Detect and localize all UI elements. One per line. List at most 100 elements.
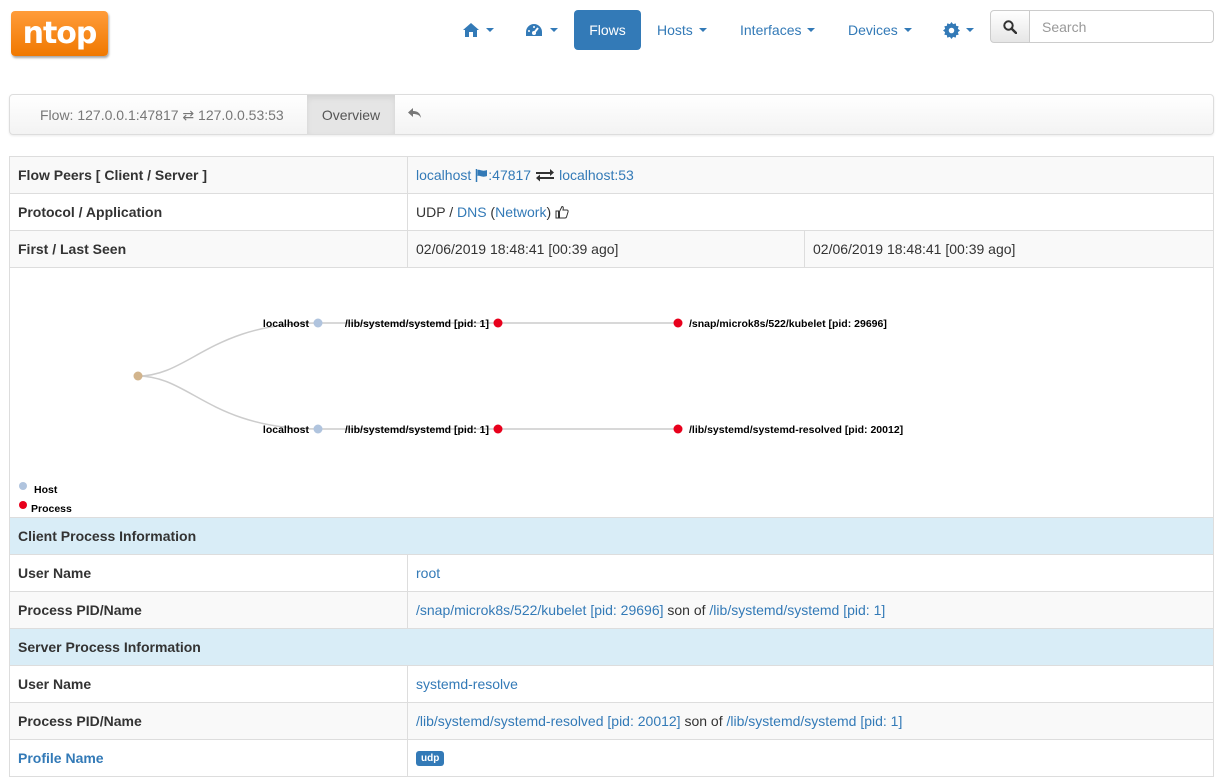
value-profile: udp [407, 740, 1213, 776]
process-node [673, 318, 683, 328]
logo-text: ntop [22, 16, 98, 51]
server-user-link[interactable]: systemd-resolve [416, 676, 518, 692]
tab-overview[interactable]: Overview [307, 95, 395, 134]
flag-icon [476, 168, 488, 182]
row-server-user: User Name systemd-resolve [9, 666, 1214, 703]
process-node [673, 424, 683, 434]
caret-icon [698, 28, 707, 32]
client-process-section: Client Process Information [9, 518, 1214, 555]
parent-process-label: /lib/systemd/systemd [pid: 1] [345, 318, 489, 330]
nav-dashboard-dropdown[interactable] [510, 10, 572, 50]
home-icon [463, 23, 479, 37]
host-node [313, 424, 323, 434]
caret-icon [550, 28, 558, 32]
gear-icon [943, 21, 960, 39]
legend-process-swatch [19, 501, 27, 509]
host-node [313, 318, 323, 328]
legend-host-label: Host [34, 484, 58, 496]
app-protocol-link[interactable]: DNS [457, 204, 487, 220]
l4-protocol: UDP / [416, 204, 457, 220]
nav-hosts-dropdown[interactable]: Hosts [643, 10, 721, 50]
back-button[interactable] [407, 107, 423, 124]
server-process-section: Server Process Information [9, 629, 1214, 666]
profile-badge: udp [416, 750, 445, 766]
value-client-user: root [407, 555, 1213, 591]
ntop-logo[interactable]: ntop [11, 11, 108, 56]
client-parent-process-link[interactable]: /lib/systemd/systemd [pid: 1] [709, 602, 885, 618]
row-profile: Profile Name udp [9, 740, 1214, 777]
row-first-last-seen: First / Last Seen 02/06/2019 18:48:41 [0… [9, 231, 1214, 268]
value-first-seen: 02/06/2019 18:48:41 [00:39 ago] [407, 231, 804, 267]
client-process-heading: Client Process Information [18, 528, 197, 544]
tree-link [137, 322, 319, 377]
caret-icon [807, 28, 816, 32]
exchange-icon [536, 169, 555, 182]
nav-devices-label: Devices [848, 22, 898, 38]
label-client-process: Process PID/Name [18, 602, 142, 618]
value-flow-peers: localhost :47817 localhost:53 [407, 157, 1213, 193]
host-label: localhost [263, 318, 310, 330]
client-port-link[interactable]: :47817 [488, 167, 531, 183]
nav-interfaces-dropdown[interactable]: Interfaces [726, 10, 829, 50]
son-of-text: son of [680, 713, 727, 729]
process-label: /lib/systemd/systemd-resolved [pid: 2001… [689, 424, 903, 436]
server-process-heading: Server Process Information [18, 639, 201, 655]
process-label: /snap/microk8s/522/kubelet [pid: 29696] [689, 318, 887, 330]
tree-link [137, 375, 319, 430]
legend-process-label: Process [31, 503, 72, 515]
caret-icon [966, 28, 974, 32]
server-host-link[interactable]: localhost [559, 167, 614, 183]
process-node [493, 424, 503, 434]
search-button[interactable] [990, 10, 1030, 43]
thumbs-up-icon [555, 205, 569, 219]
value-server-process: /lib/systemd/systemd-resolved [pid: 2001… [407, 703, 1213, 739]
process-node [493, 318, 503, 328]
son-of-text: son of [663, 602, 710, 618]
label-first-last-seen: First / Last Seen [18, 241, 127, 257]
search-input[interactable] [1029, 10, 1214, 43]
label-profile-link[interactable]: Profile Name [10, 740, 407, 776]
label-protocol: Protocol / Application [18, 204, 163, 220]
paren-close: ) [546, 204, 552, 220]
process-tree-graph: localhost /lib/systemd/systemd [pid: 1] … [19, 318, 903, 515]
row-protocol: Protocol / Application UDP / DNS (Networ… [9, 194, 1214, 231]
host-label: localhost [263, 424, 310, 436]
client-user-link[interactable]: root [416, 565, 440, 581]
nav-flows[interactable]: Flows [574, 10, 641, 50]
caret-icon [903, 28, 912, 32]
label-flow-peers: Flow Peers [ Client / Server ] [18, 167, 208, 183]
server-process-link[interactable]: /lib/systemd/systemd-resolved [pid: 2001… [416, 713, 681, 729]
value-client-process: /snap/microk8s/522/kubelet [pid: 29696] … [407, 592, 1213, 628]
nav-interfaces-label: Interfaces [740, 22, 802, 38]
paren-open: ( [486, 204, 496, 220]
nav-settings-dropdown[interactable] [929, 10, 988, 50]
search-icon [1003, 19, 1017, 34]
row-client-process: Process PID/Name /snap/microk8s/522/kube… [9, 592, 1214, 629]
nav-devices-dropdown[interactable]: Devices [834, 10, 926, 50]
row-server-process: Process PID/Name /lib/systemd/systemd-re… [9, 703, 1214, 740]
label-client-user: User Name [18, 565, 92, 581]
server-parent-process-link[interactable]: /lib/systemd/systemd [pid: 1] [727, 713, 903, 729]
process-tree-panel: localhost /lib/systemd/systemd [pid: 1] … [9, 268, 1214, 518]
client-host-link[interactable]: localhost [416, 167, 471, 183]
parent-process-label: /lib/systemd/systemd [pid: 1] [345, 424, 489, 436]
caret-icon [486, 28, 494, 32]
row-flow-peers: Flow Peers [ Client / Server ] localhost… [9, 157, 1214, 194]
nav-hosts-label: Hosts [657, 22, 693, 38]
category-link[interactable]: Network [495, 204, 546, 220]
label-server-process: Process PID/Name [18, 713, 142, 729]
reply-icon [408, 108, 421, 118]
value-protocol: UDP / DNS (Network) [407, 194, 1213, 230]
value-server-user: systemd-resolve [407, 666, 1213, 702]
server-port-link[interactable]: :53 [614, 167, 633, 183]
value-last-seen: 02/06/2019 18:48:41 [00:39 ago] [804, 231, 1213, 267]
nav-home-dropdown[interactable] [448, 10, 508, 50]
row-client-user: User Name root [9, 555, 1214, 592]
label-server-user: User Name [18, 676, 92, 692]
client-process-link[interactable]: /snap/microk8s/522/kubelet [pid: 29696] [416, 602, 664, 618]
flow-breadcrumb: Flow: 127.0.0.1:47817 ⇄ 127.0.0.53:53 Ov… [9, 94, 1214, 135]
flow-title: Flow: 127.0.0.1:47817 ⇄ 127.0.0.53:53 [40, 107, 284, 123]
flow-details-table: Flow Peers [ Client / Server ] localhost… [9, 156, 1214, 777]
legend-host-swatch [19, 482, 27, 490]
dashboard-icon [526, 24, 542, 36]
